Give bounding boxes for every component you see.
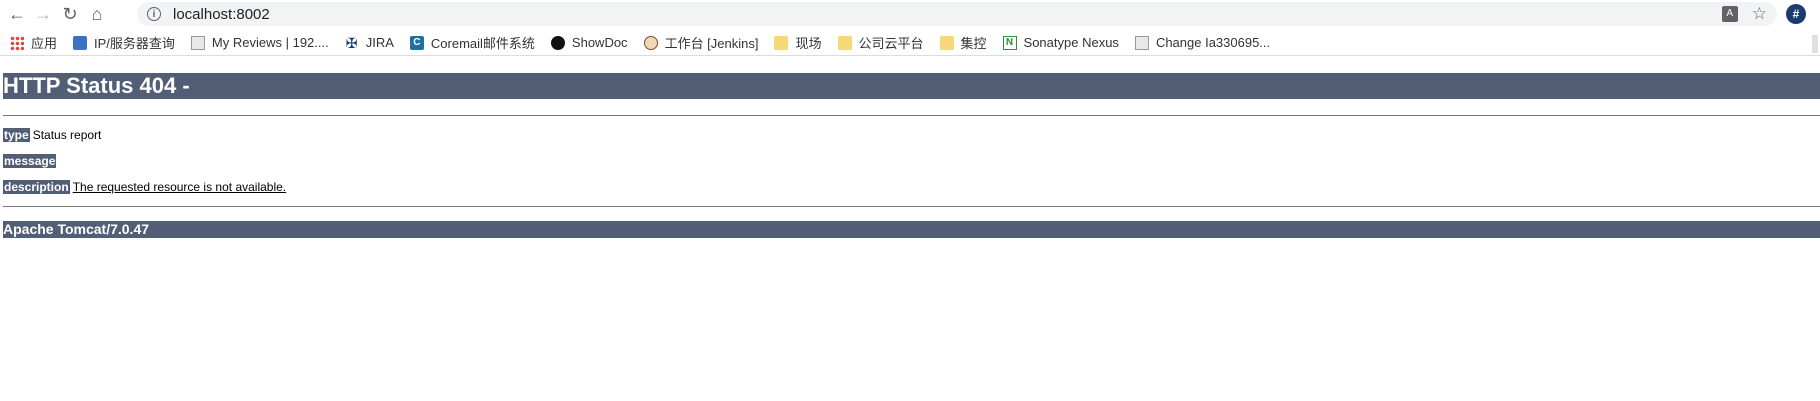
folder-icon (774, 35, 789, 50)
type-key: type (3, 128, 30, 142)
forward-arrow-icon[interactable]: → (28, 0, 58, 28)
bookmark-label: 集控 (960, 36, 987, 51)
nexus-icon: N (1002, 35, 1017, 50)
bookmark-folder-jikong[interactable]: 集控 (939, 33, 987, 52)
folder-icon (837, 35, 852, 50)
bookmark-showdoc[interactable]: ShowDoc (550, 35, 628, 50)
description-value: The requested resource is not available. (72, 180, 287, 194)
review-icon (1134, 35, 1149, 50)
bookmark-label: JIRA (365, 35, 394, 50)
ip-query-icon (73, 35, 88, 50)
bookmark-my-reviews[interactable]: My Reviews | 192.... (190, 35, 329, 50)
bookmark-star-icon[interactable]: ☆ (1752, 5, 1767, 23)
bookmark-coremail[interactable]: C Coremail邮件系统 (409, 33, 535, 52)
bookmark-apps[interactable]: 应用 (10, 33, 57, 52)
bookmark-jenkins[interactable]: 工作台 [Jenkins] (643, 33, 759, 52)
bookmark-label: ShowDoc (571, 35, 628, 50)
bookmark-jira[interactable]: ✠ JIRA (345, 35, 394, 50)
bookmark-label: 应用 (31, 36, 58, 51)
coremail-icon: C (409, 35, 424, 50)
description-row: description The requested resource is not… (3, 180, 286, 194)
bookmark-change[interactable]: Change Ia330695... (1134, 35, 1271, 50)
type-value: Status report (32, 128, 102, 142)
bookmark-label: Change Ia330695... (1155, 35, 1271, 50)
description-key: description (3, 180, 70, 194)
server-footer: Apache Tomcat/7.0.47 (3, 221, 1820, 238)
bookmark-label: IP/服务器查询 (94, 36, 175, 51)
bookmark-nexus[interactable]: N Sonatype Nexus (1002, 35, 1119, 50)
bookmark-folder-cloud[interactable]: 公司云平台 (837, 33, 924, 52)
address-bar[interactable]: i localhost:8002 A ☆ (137, 2, 1777, 26)
review-icon (190, 35, 205, 50)
bookmark-label: 工作台 [Jenkins] (664, 36, 759, 51)
showdoc-icon (550, 35, 565, 50)
extension-icon[interactable]: # (1786, 4, 1806, 24)
folder-icon (939, 35, 954, 50)
bookmark-label: 现场 (795, 36, 822, 51)
jira-icon: ✠ (345, 34, 358, 51)
bookmark-label: Coremail邮件系统 (430, 36, 535, 51)
divider (3, 206, 1820, 207)
site-info-icon[interactable]: i (147, 7, 161, 21)
bookmarks-overflow-handle[interactable] (1812, 35, 1818, 53)
jenkins-icon (643, 35, 658, 50)
message-key: message (3, 154, 57, 168)
bookmark-folder-xianchang[interactable]: 现场 (774, 33, 822, 52)
bookmark-label: 公司云平台 (858, 36, 924, 51)
browser-toolbar: ← → ↻ ⌂ i localhost:8002 A ☆ # (0, 0, 1820, 28)
divider (3, 115, 1820, 116)
page-title: HTTP Status 404 - (3, 73, 1820, 99)
type-row: type Status report (3, 128, 101, 142)
bookmark-ip-query[interactable]: IP/服务器查询 (73, 33, 175, 52)
url-text[interactable]: localhost:8002 (173, 6, 270, 23)
apps-grid-icon (10, 35, 24, 50)
message-row: message (3, 154, 59, 168)
translate-icon[interactable]: A (1721, 6, 1738, 22)
bookmarks-bar: 应用 IP/服务器查询 My Reviews | 192.... ✠ JIRA … (0, 30, 1820, 56)
bookmark-label: My Reviews | 192.... (211, 35, 329, 50)
reload-icon[interactable]: ↻ (55, 0, 85, 28)
home-icon[interactable]: ⌂ (82, 0, 112, 28)
bookmark-label: Sonatype Nexus (1023, 35, 1119, 50)
